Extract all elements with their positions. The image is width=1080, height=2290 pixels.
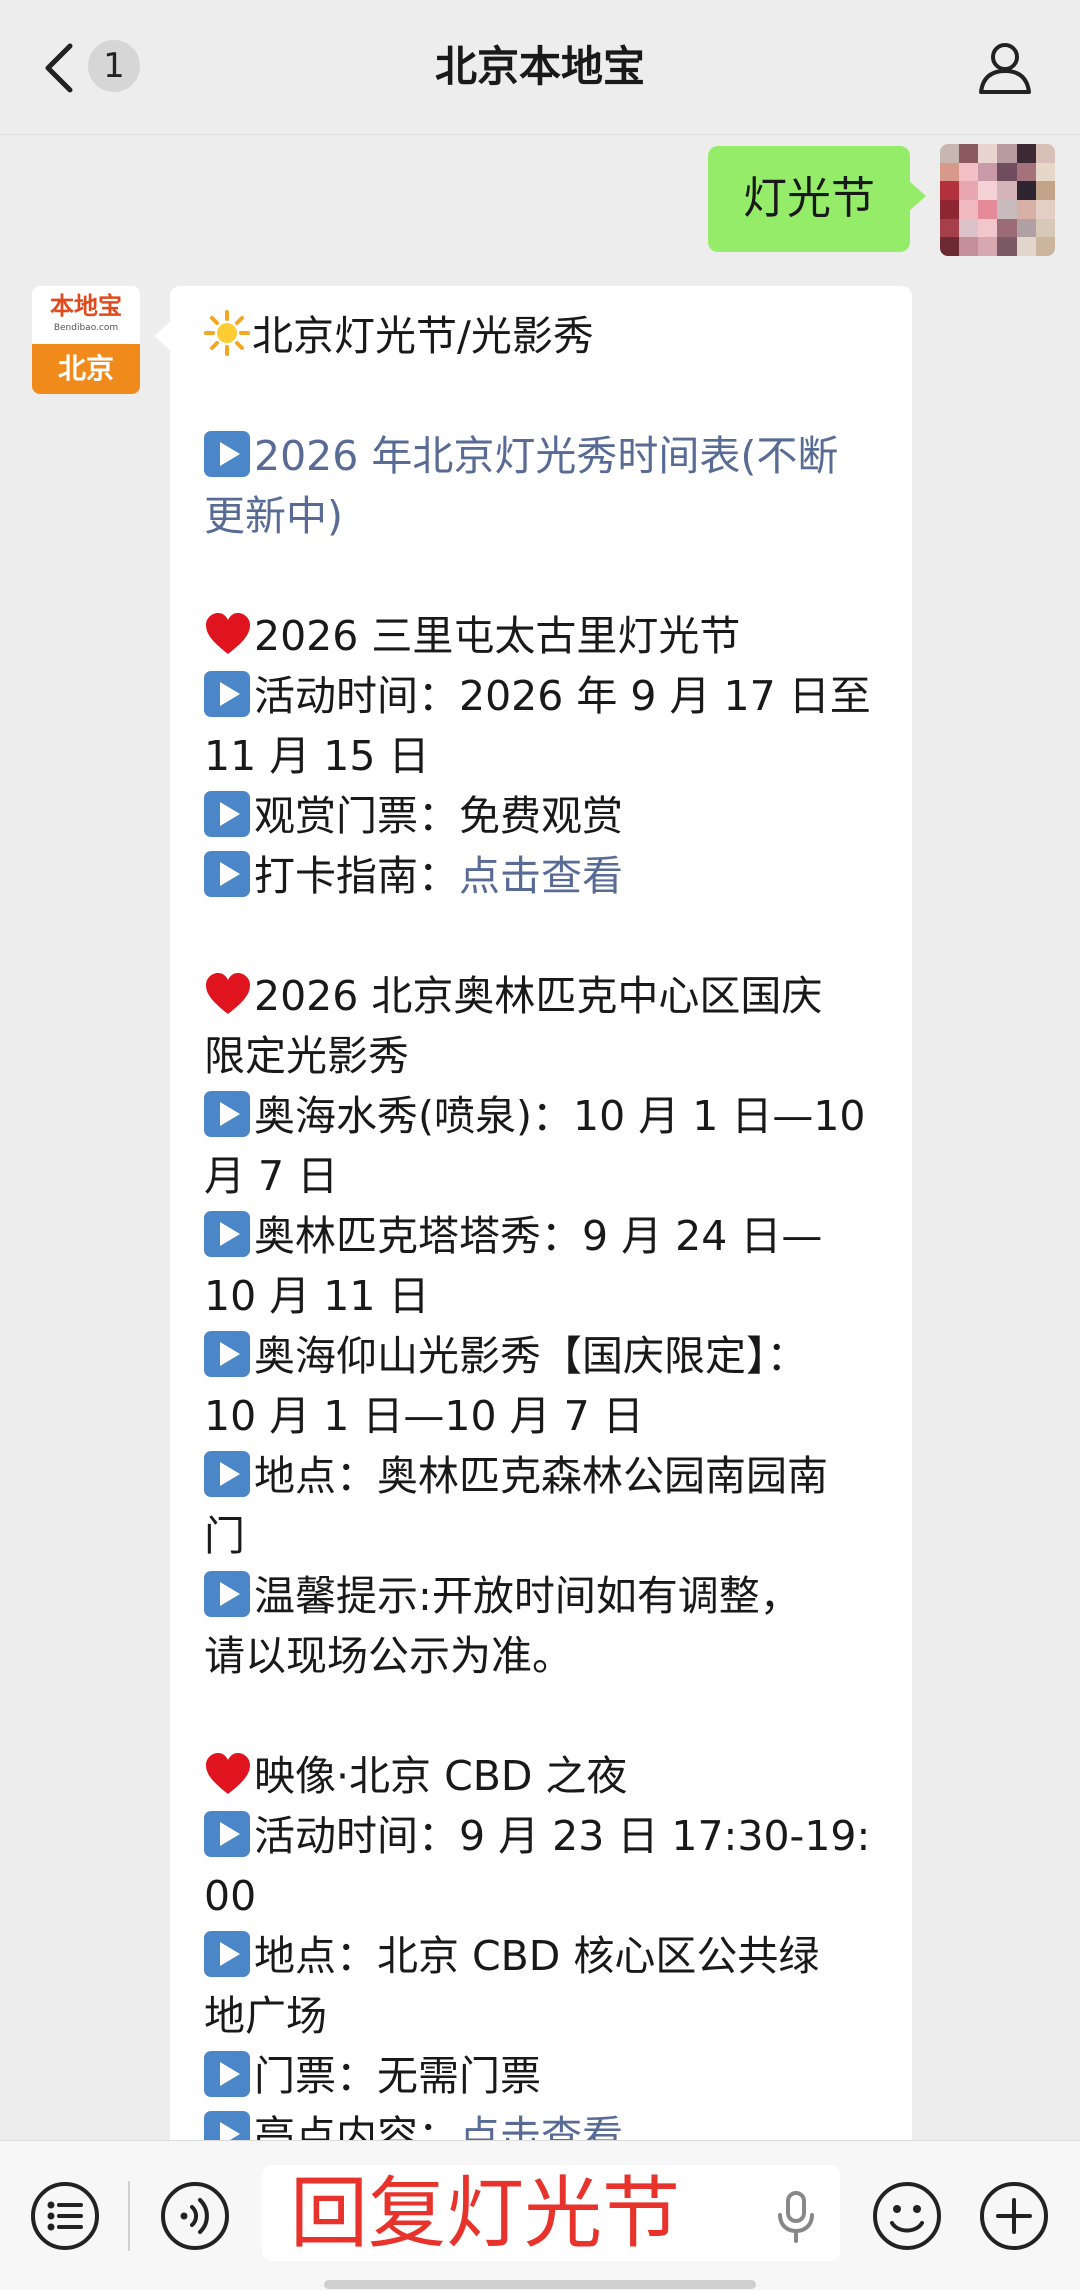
event-detail-cont: 请以现场公示为准。: [204, 1632, 573, 1680]
event-detail: 打卡指南：点击查看: [204, 846, 884, 906]
event-detail: 门票：无需门票: [204, 2046, 884, 2106]
chat-title: 北京本地宝: [434, 42, 645, 91]
reply-heading-text: 北京灯光节/光影秀: [252, 312, 594, 360]
event-detail-cont: 11 月 15 日: [204, 732, 430, 780]
play-icon: [204, 1811, 250, 1857]
play-icon: [204, 1331, 250, 1377]
guide-link[interactable]: 点击查看: [459, 852, 623, 900]
reply-content: 北京灯光节/光影秀 2026 年北京灯光秀时间表(不断 更新中) 2026 三里…: [204, 306, 884, 2166]
schedule-link[interactable]: 2026 年北京灯光秀时间表(不断: [204, 426, 884, 486]
play-icon: [204, 2051, 250, 2097]
bot-reply-bubble: 北京灯光节/光影秀 2026 年北京灯光秀时间表(不断 更新中) 2026 三里…: [154, 286, 912, 2166]
sun-icon: [204, 310, 250, 356]
bot-avatar-city: 北京: [32, 344, 140, 394]
event-detail: 奥林匹克塔塔秀：9 月 24 日—: [204, 1206, 884, 1266]
heart-icon: [206, 1753, 250, 1794]
heart-icon: [206, 973, 250, 1014]
menu-list-icon[interactable]: [30, 2181, 100, 2251]
event-detail-cont: 地广场: [204, 1992, 327, 2040]
event-title: 2026 北京奥林匹克中心区国庆: [204, 966, 884, 1026]
event-detail-cont: 00: [204, 1872, 257, 1920]
schedule-link-cont[interactable]: 更新中): [204, 486, 884, 546]
event-detail-cont: 10 月 11 日: [204, 1272, 430, 1320]
play-icon: [204, 791, 250, 837]
event-title: 2026 三里屯太古里灯光节: [204, 606, 884, 666]
bot-avatar[interactable]: 本地宝 Bendibao.com 北京: [32, 286, 140, 394]
play-icon: [204, 431, 250, 477]
add-icon[interactable]: [979, 2181, 1049, 2251]
event-detail-cont: 门: [204, 1512, 245, 1560]
play-icon: [204, 671, 250, 717]
play-icon: [204, 1091, 250, 1137]
event-detail: 活动时间：2026 年 9 月 17 日至: [204, 666, 884, 726]
voice-input-icon[interactable]: [160, 2181, 230, 2251]
input-bar: 回复灯光节: [0, 2140, 1080, 2290]
event-detail-cont: 月 7 日: [204, 1152, 339, 1200]
event-detail: 奥海水秀(喷泉)：10 月 1 日—10: [204, 1086, 884, 1146]
event-title-cont: 限定光影秀: [204, 1032, 409, 1080]
profile-icon[interactable]: [975, 38, 1035, 98]
event-detail: 活动时间：9 月 23 日 17:30-19:: [204, 1806, 884, 1866]
event-detail: 温馨提示:开放时间如有调整，: [204, 1566, 884, 1626]
heart-icon: [206, 613, 250, 654]
home-indicator[interactable]: [324, 2280, 756, 2289]
bot-avatar-logo: 本地宝: [50, 292, 122, 320]
bar-divider: [128, 2181, 130, 2251]
user-avatar[interactable]: [940, 144, 1055, 256]
event-detail: 观赏门票：免费观赏: [204, 786, 884, 846]
event-detail-cont: 10 月 1 日—10 月 7 日: [204, 1392, 644, 1440]
play-icon: [204, 851, 250, 897]
event-detail: 地点：北京 CBD 核心区公共绿: [204, 1926, 884, 1986]
message-input[interactable]: 回复灯光节: [262, 2165, 840, 2261]
user-message-bubble[interactable]: 灯光节: [708, 146, 926, 252]
emoji-icon[interactable]: [872, 2181, 942, 2251]
play-icon: [204, 1451, 250, 1497]
microphone-icon[interactable]: [776, 2191, 816, 2243]
message-input-text: 回复灯光节: [290, 2169, 681, 2259]
event-title: 映像·北京 CBD 之夜: [204, 1746, 884, 1806]
nav-bar: 1 北京本地宝: [0, 0, 1080, 135]
play-icon: [204, 1211, 250, 1257]
bot-avatar-domain: Bendibao.com: [53, 323, 119, 333]
event-detail: 地点：奥林匹克森林公园南园南: [204, 1446, 884, 1506]
play-icon: [204, 1931, 250, 1977]
reply-heading: 北京灯光节/光影秀: [204, 306, 884, 366]
play-icon: [204, 1571, 250, 1617]
event-detail: 奥海仰山光影秀【国庆限定】：: [204, 1326, 884, 1386]
